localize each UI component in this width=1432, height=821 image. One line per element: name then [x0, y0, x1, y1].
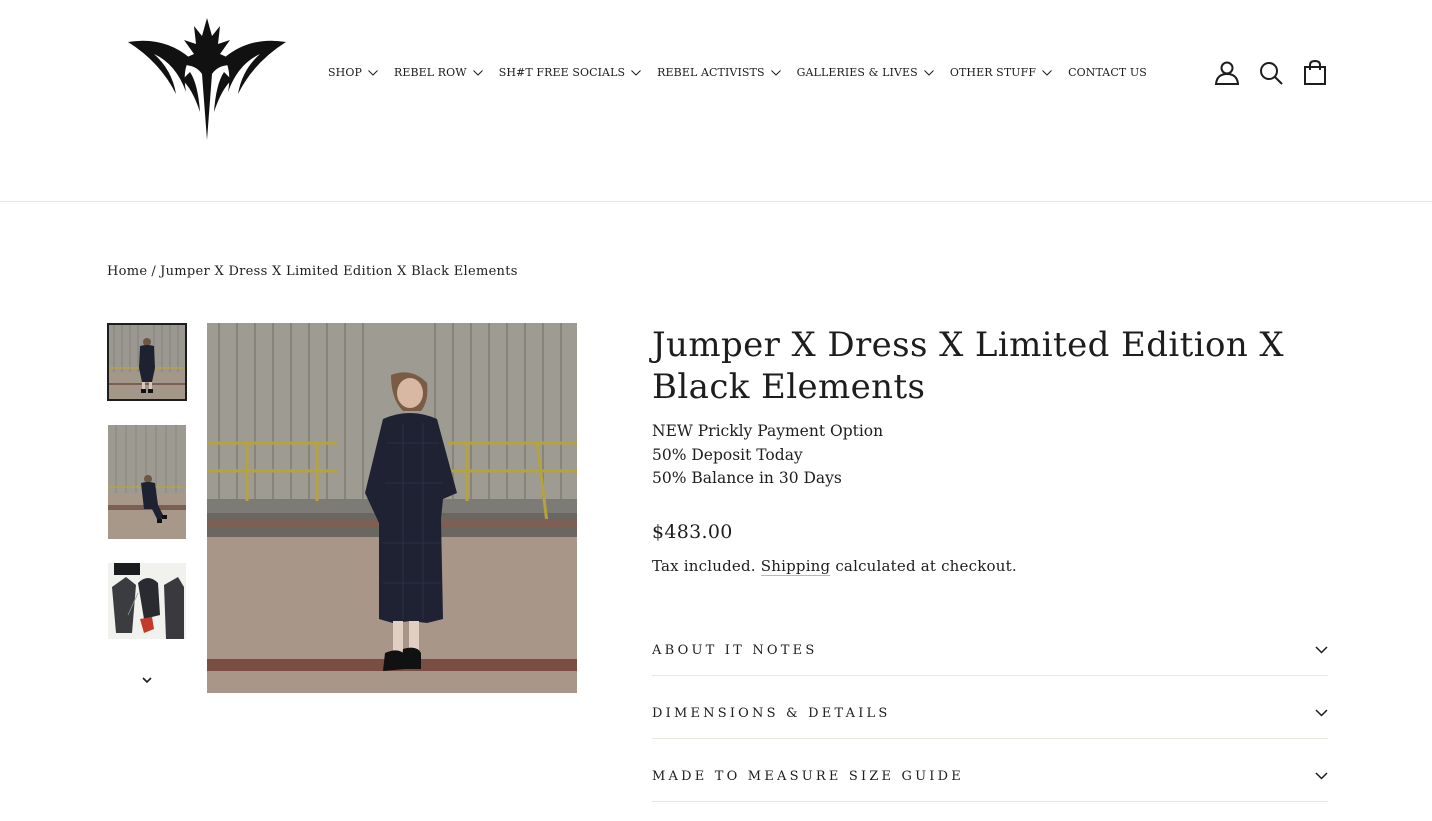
nav-label: REBEL ROW [393, 66, 467, 79]
chevron-down-icon [1042, 69, 1052, 76]
shipping-link[interactable]: Shipping [760, 556, 831, 576]
breadcrumb: Home / Jumper X Dress X Limited Edition X … [107, 264, 518, 279]
payment-option-text: NEW Prickly Payment Option 50% Deposit T… [652, 420, 1328, 491]
chevron-down-icon [1315, 772, 1328, 780]
breadcrumb-separator: / [151, 264, 157, 279]
nav-label: OTHER STUFF [949, 66, 1037, 79]
chevron-down-icon [1315, 646, 1328, 654]
accordion-dimensions-details[interactable]: DIMENSIONS & DETAILS [652, 706, 1328, 769]
accordion-made-to-measure[interactable]: MADE TO MEASURE SIZE GUIDE [652, 769, 1328, 821]
product-price: $483.00 [652, 520, 733, 543]
tax-prefix: Tax included. [652, 556, 756, 575]
chevron-down-icon [770, 69, 781, 76]
nav-label: GALLERIES & LIVES [796, 66, 918, 79]
chevron-down-icon [1315, 709, 1328, 717]
main-nav: SHOP REBEL ROW SH#T FREE SOCIALS REBEL A… [328, 66, 1163, 79]
chevron-down-icon [368, 69, 378, 76]
nav-label: CONTACT US [1068, 66, 1147, 79]
nav-item-rebel-activists[interactable]: REBEL ACTIVISTS [657, 66, 781, 79]
nav-item-sht-free-socials[interactable]: SH#T FREE SOCIALS [499, 66, 641, 79]
accordion-label: MADE TO MEASURE SIZE GUIDE [652, 769, 964, 784]
breadcrumb-home-link[interactable]: Home [107, 264, 147, 279]
nav-item-galleries-lives[interactable]: GALLERIES & LIVES [797, 66, 934, 79]
chevron-down-icon [142, 676, 152, 683]
header-actions [1212, 58, 1344, 88]
cart-icon[interactable] [1300, 58, 1330, 88]
nav-label: SH#T FREE SOCIALS [498, 66, 626, 79]
nav-label: REBEL ACTIVISTS [657, 66, 765, 79]
chevron-down-icon [472, 69, 483, 76]
thumbnail-2[interactable] [108, 425, 186, 539]
chevron-down-icon [923, 69, 934, 76]
tax-note: Tax included. Shipping calculated at che… [652, 556, 1328, 576]
thumbnail-3[interactable] [108, 563, 186, 639]
payment-line: NEW Prickly Payment Option [652, 422, 884, 440]
nav-item-rebel-row[interactable]: REBEL ROW [394, 66, 483, 79]
accordion-label: DIMENSIONS & DETAILS [652, 706, 891, 721]
product-info: Jumper X Dress X Limited Edition X Black… [652, 324, 1328, 576]
site-header: SHOP REBEL ROW SH#T FREE SOCIALS REBEL A… [0, 0, 1432, 202]
chevron-down-icon [631, 69, 641, 76]
thumbnails-next-button[interactable] [137, 672, 157, 688]
nav-item-shop[interactable]: SHOP [328, 66, 378, 79]
nav-label: SHOP [328, 66, 362, 79]
divider [652, 675, 1328, 676]
divider [652, 801, 1328, 802]
divider [652, 738, 1328, 739]
payment-line: 50% Deposit Today [652, 445, 803, 464]
nav-item-other-stuff[interactable]: OTHER STUFF [950, 66, 1052, 79]
tax-suffix: calculated at checkout. [835, 556, 1017, 575]
breadcrumb-current: Jumper X Dress X Limited Edition X Black… [160, 264, 518, 279]
brand-logo[interactable] [124, 14, 290, 142]
search-icon[interactable] [1256, 58, 1286, 88]
account-icon[interactable] [1212, 58, 1242, 88]
accordion-about-it-notes[interactable]: ABOUT IT NOTES [652, 643, 1328, 706]
nav-item-contact-us[interactable]: CONTACT US [1068, 66, 1147, 79]
product-title: Jumper X Dress X Limited Edition X Black… [652, 325, 1284, 407]
product-main-image[interactable] [207, 323, 577, 693]
accordion-label: ABOUT IT NOTES [652, 643, 818, 658]
thumbnail-1[interactable] [107, 323, 187, 401]
payment-line: 50% Balance in 30 Days [652, 469, 842, 487]
